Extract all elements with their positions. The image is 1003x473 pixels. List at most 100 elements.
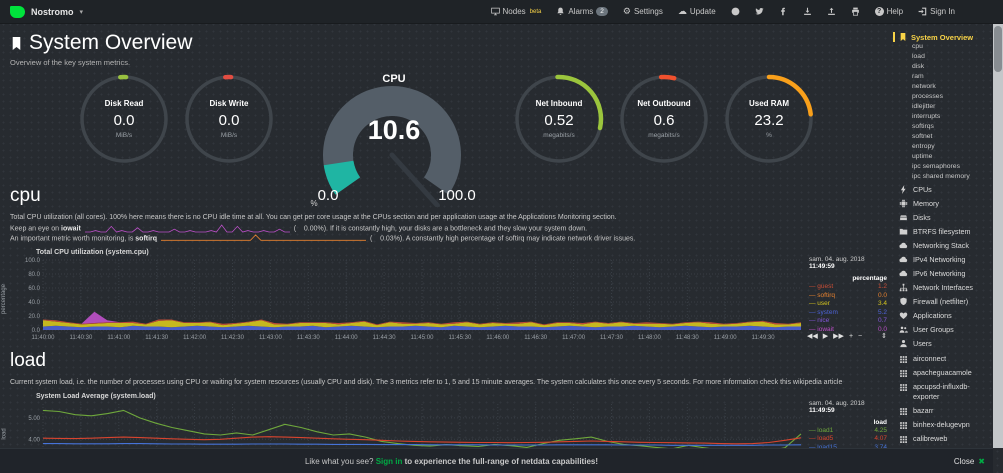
cloud-icon bbox=[899, 255, 908, 264]
svg-text:11:44:00: 11:44:00 bbox=[335, 335, 359, 341]
sidebar-item-apacheguacamole[interactable]: apacheguacamole bbox=[899, 368, 991, 378]
legend-time: 11:49:59 bbox=[809, 263, 889, 270]
sidebar-item-ipc-semaphores[interactable]: ipc semaphores bbox=[899, 162, 991, 172]
sidebar-item-bazarr[interactable]: bazarr bbox=[899, 406, 991, 416]
sidebar-item-disk[interactable]: disk bbox=[899, 62, 991, 72]
svg-text:11:49:00: 11:49:00 bbox=[714, 335, 738, 341]
sidebar-item-disks[interactable]: Disks bbox=[899, 211, 991, 224]
pan-right-button[interactable]: ▶▶ bbox=[833, 332, 844, 340]
pan-left-button[interactable]: ◀◀ bbox=[807, 332, 818, 340]
svg-text:0.0: 0.0 bbox=[32, 328, 41, 334]
sidebar-item-ram[interactable]: ram bbox=[899, 72, 991, 82]
svg-text:11:44:30: 11:44:30 bbox=[373, 335, 397, 341]
play-button[interactable]: ▶ bbox=[823, 332, 828, 340]
cpu-paragraph-2: Keep an eye on iowait ( 0.00%). If it is… bbox=[10, 224, 893, 235]
grid-icon bbox=[899, 383, 908, 402]
sidebar-item-interrupts[interactable]: interrupts bbox=[899, 112, 991, 122]
legend-entry-system[interactable]: — system5.2 bbox=[809, 309, 889, 318]
sidebar-item-softirqs[interactable]: softirqs bbox=[899, 122, 991, 132]
legend-entry-load5[interactable]: — load54.07 bbox=[809, 435, 889, 444]
net-outbound-label: Net Outbound bbox=[637, 99, 690, 108]
legend-entry-load1[interactable]: — load14.25 bbox=[809, 427, 889, 436]
legend-entry-softirq[interactable]: — softirq0.0 bbox=[809, 292, 889, 301]
svg-text:11:49:30: 11:49:30 bbox=[752, 335, 776, 341]
zoom-in-button[interactable]: + bbox=[849, 333, 853, 340]
zoom-out-button[interactable]: − bbox=[858, 333, 862, 340]
iowait-label: iowait bbox=[61, 225, 81, 232]
cloud-update-icon: ☁ bbox=[678, 7, 687, 16]
load-chart-canvas[interactable]: 5.004.003.00 bbox=[9, 400, 805, 448]
sidebar-item-ipv4-networking[interactable]: IPv4 Networking bbox=[899, 253, 991, 266]
scrollbar-thumb[interactable] bbox=[994, 26, 1002, 72]
sidebar-item-btrfs-filesystem[interactable]: BTRFS filesystem bbox=[899, 225, 991, 238]
sidebar-item-firewall-netfilter[interactable]: Firewall (netfilter) bbox=[899, 295, 991, 308]
sidebar-item-memory[interactable]: Memory bbox=[899, 197, 991, 210]
import-button[interactable] bbox=[827, 7, 836, 16]
page-scrollbar[interactable] bbox=[993, 24, 1003, 448]
cpu-gauge-value: 10.6 bbox=[292, 115, 496, 146]
iowait-sparkline bbox=[85, 224, 290, 233]
facebook-button[interactable] bbox=[779, 7, 788, 16]
close-button[interactable]: Close ✖ bbox=[954, 457, 985, 466]
update-button[interactable]: ☁ Update bbox=[678, 7, 716, 16]
sidebar-item-system-overview[interactable]: System Overview bbox=[893, 32, 991, 42]
twitter-button[interactable] bbox=[755, 7, 764, 16]
cpu-chart-canvas[interactable]: 11:40:0011:40:3011:41:0011:41:3011:42:00… bbox=[9, 256, 805, 342]
resize-handle[interactable]: ⇕ bbox=[881, 332, 887, 340]
net-outbound-gauge[interactable]: Net Outbound0.6megabits/s bbox=[618, 73, 710, 165]
sidebar-item-ipv6-networking[interactable]: IPv6 Networking bbox=[899, 267, 991, 280]
sidebar-item-softnet[interactable]: softnet bbox=[899, 132, 991, 142]
disk-write-units: MiB/s bbox=[221, 132, 237, 139]
sidebar-item-users[interactable]: Users bbox=[899, 337, 991, 350]
net-inbound-gauge[interactable]: Net Inbound0.52megabits/s bbox=[513, 73, 605, 165]
github-button[interactable] bbox=[731, 7, 740, 16]
sidebar-item-load[interactable]: load bbox=[899, 52, 991, 62]
disk-write-gauge[interactable]: Disk Write0.0MiB/s bbox=[183, 73, 275, 165]
legend-entry-user[interactable]: — user3.4 bbox=[809, 300, 889, 309]
grid-icon bbox=[899, 369, 908, 378]
sidebar-item-networking-stack[interactable]: Networking Stack bbox=[899, 239, 991, 252]
cpu-gauge[interactable]: CPU 0.0100.0% 10.6 bbox=[292, 73, 496, 207]
disk-read-gauge[interactable]: Disk Read0.0MiB/s bbox=[78, 73, 170, 165]
print-button[interactable] bbox=[851, 7, 860, 16]
used-ram-gauge[interactable]: Used RAM23.2% bbox=[723, 73, 815, 165]
cpu-chart[interactable]: Total CPU utilization (system.cpu) perce… bbox=[0, 249, 893, 342]
facebook-icon bbox=[779, 7, 788, 16]
settings-button[interactable]: ⚙ Settings bbox=[623, 7, 663, 16]
sidebar-item-applications[interactable]: Applications bbox=[899, 309, 991, 322]
load-paragraph: Current system load, i.e. the number of … bbox=[10, 378, 893, 389]
sidebar-item-apcupsd-influxdb-exporter[interactable]: apcupsd-influxdb-exporter bbox=[899, 382, 991, 402]
footer-signin-link[interactable]: Sign in bbox=[376, 457, 403, 466]
sidebar-item-cpu[interactable]: cpu bbox=[899, 42, 991, 52]
sidebar-item-network-interfaces[interactable]: Network Interfaces bbox=[899, 281, 991, 294]
wikipedia-link[interactable]: this wikipedia article bbox=[780, 379, 842, 386]
gauges-row: Disk Read0.0MiB/sDisk Write0.0MiB/s CPU … bbox=[0, 73, 893, 177]
sidebar-item-calibreweb[interactable]: calibreweb bbox=[899, 434, 991, 444]
sidebar-item-cpus[interactable]: CPUs bbox=[899, 183, 991, 196]
sidebar-item-network[interactable]: network bbox=[899, 82, 991, 92]
node-dropdown[interactable]: Nostromo ▾ bbox=[10, 6, 83, 18]
legend-entry-nice[interactable]: — nice0.7 bbox=[809, 317, 889, 326]
alarms-button[interactable]: Alarms 2 bbox=[556, 7, 608, 16]
nodes-button[interactable]: Nodes beta bbox=[491, 7, 542, 16]
sidebar-item-entropy[interactable]: entropy bbox=[899, 142, 991, 152]
export-button[interactable] bbox=[803, 7, 812, 16]
cpu-paragraph-3: An important metric worth monitoring, is… bbox=[10, 234, 893, 245]
svg-text:11:48:00: 11:48:00 bbox=[638, 335, 662, 341]
signin-icon bbox=[918, 7, 927, 16]
signin-button[interactable]: Sign In bbox=[918, 7, 955, 16]
load-chart[interactable]: System Load Average (system.load) load 5… bbox=[0, 393, 893, 448]
sidebar-item-binhex-delugevpn[interactable]: binhex-delugevpn bbox=[899, 420, 991, 430]
github-icon bbox=[731, 7, 740, 16]
disk-read-units: MiB/s bbox=[116, 132, 132, 139]
section-heading-load: load bbox=[10, 350, 893, 372]
help-button[interactable]: ? Help bbox=[875, 7, 903, 16]
legend-entry-guest[interactable]: — guest1.2 bbox=[809, 283, 889, 292]
sidebar-item-airconnect[interactable]: airconnect bbox=[899, 354, 991, 364]
sidebar-item-ipc-shared-memory[interactable]: ipc shared memory bbox=[899, 172, 991, 182]
softirq-label: softirq bbox=[135, 236, 157, 243]
sidebar-item-idlejitter[interactable]: idlejitter bbox=[899, 102, 991, 112]
sidebar-item-processes[interactable]: processes bbox=[899, 92, 991, 102]
sidebar-item-uptime[interactable]: uptime bbox=[899, 152, 991, 162]
sidebar-item-user-groups[interactable]: User Groups bbox=[899, 323, 991, 336]
